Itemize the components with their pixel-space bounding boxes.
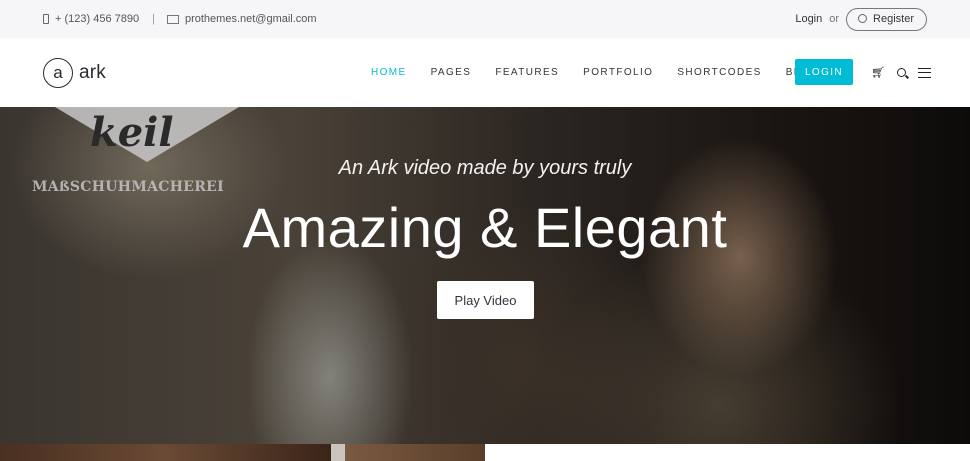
main-header: a ark HOME PAGES FEATURES PORTFOLIO SHOR… xyxy=(0,38,970,107)
or-text: or xyxy=(829,13,840,25)
hero-title: Amazing & Elegant xyxy=(242,196,728,259)
search-icon[interactable] xyxy=(896,68,906,77)
auth-links: Login or Register xyxy=(795,0,927,38)
nav-features[interactable]: FEATURES xyxy=(495,67,559,78)
user-icon xyxy=(858,13,868,23)
hero-tagline: An Ark video made by yours truly xyxy=(338,157,632,179)
logo-text: ark xyxy=(79,62,106,83)
phone-number: + (123) 456 7890 xyxy=(55,13,140,25)
header-icons: 🛒︎ xyxy=(871,38,943,107)
nav-pages[interactable]: PAGES xyxy=(431,67,472,78)
top-bar: + (123) 456 7890 | prothemes.net@gmail.c… xyxy=(0,0,970,38)
mail-icon xyxy=(166,14,179,24)
nav-portfolio[interactable]: PORTFOLIO xyxy=(583,67,653,78)
background-sign-subtitle: MAßSCHUHMACHEREI xyxy=(32,179,224,195)
menu-icon[interactable] xyxy=(917,67,931,78)
logo[interactable]: a ark xyxy=(43,58,106,88)
next-section-divider xyxy=(331,444,345,461)
play-video-button[interactable]: Play Video xyxy=(437,281,534,319)
cart-icon[interactable]: 🛒︎ xyxy=(871,66,885,79)
nav-home[interactable]: HOME xyxy=(371,67,407,78)
register-label: Register xyxy=(873,13,914,25)
register-button[interactable]: Register xyxy=(846,7,927,31)
background-sign-word: keil xyxy=(90,109,174,156)
logo-mark: a xyxy=(43,58,73,88)
phone-icon xyxy=(43,14,49,24)
hero-video-section: keil MAßSCHUHMACHEREI An Ark video made … xyxy=(0,107,970,444)
nav-shortcodes[interactable]: SHORTCODES xyxy=(677,67,761,78)
next-section-image-2 xyxy=(345,444,485,461)
contact-separator: | xyxy=(152,13,155,25)
next-section-image-1 xyxy=(0,444,331,461)
email-link[interactable]: prothemes.net@gmail.com xyxy=(185,13,317,25)
main-nav: HOME PAGES FEATURES PORTFOLIO SHORTCODES… xyxy=(371,38,843,107)
contact-info: + (123) 456 7890 | prothemes.net@gmail.c… xyxy=(43,0,317,38)
login-button[interactable]: LOGIN xyxy=(795,59,853,85)
login-link[interactable]: Login xyxy=(795,13,822,25)
next-section-blank xyxy=(485,444,970,461)
